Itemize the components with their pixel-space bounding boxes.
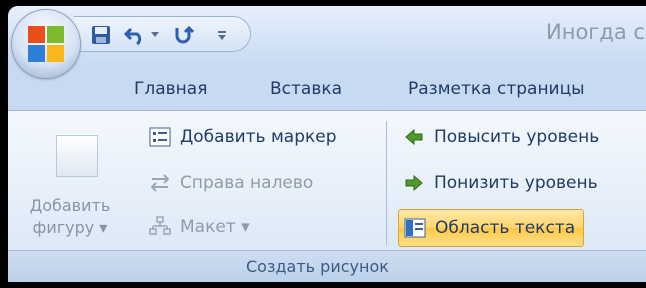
demote-label: Понизить уровень (434, 173, 598, 193)
window-frame: Иногда сл Главная Вставка Разметка стран… (8, 6, 646, 282)
arrow-right-icon (402, 171, 426, 195)
add-bullet-label: Добавить маркер (180, 127, 337, 147)
text-pane-button[interactable]: Область текста (398, 209, 585, 247)
tab-home[interactable]: Главная (134, 79, 207, 99)
right-to-left-button[interactable]: Справа налево (148, 165, 313, 201)
redo-icon[interactable] (170, 23, 196, 47)
tab-page-layout[interactable]: Разметка страницы (408, 79, 585, 99)
title-bar: Иногда сл (8, 6, 646, 66)
layout-label: Макет ▾ (180, 217, 250, 237)
text-pane-icon (403, 216, 427, 240)
promote-button[interactable]: Повысить уровень (402, 119, 599, 155)
text-pane-label: Область текста (435, 218, 576, 238)
shape-icon (56, 135, 98, 177)
right-to-left-label: Справа налево (180, 173, 314, 193)
add-shape-label-line1: Добавить (29, 196, 111, 215)
undo-icon[interactable] (122, 23, 148, 47)
group-label: Создать рисунок (246, 257, 389, 276)
layout-icon (148, 215, 172, 239)
arrow-left-icon (402, 125, 426, 149)
promote-label: Повысить уровень (434, 127, 600, 147)
add-shape-button[interactable]: Добавить фигуру ▾ (8, 119, 132, 247)
ribbon-panel: Добавить фигуру ▾ Добавить маркер Справа… (8, 110, 646, 282)
demote-button[interactable]: Понизить уровень (402, 165, 598, 201)
quick-access-toolbar (74, 16, 251, 52)
customize-toolbar-icon[interactable] (214, 23, 230, 47)
office-logo-icon (28, 26, 64, 62)
window-title: Иногда сл (546, 20, 646, 44)
add-shape-label-line2: фигуру ▾ (32, 218, 108, 237)
right-to-left-icon (148, 171, 172, 195)
tab-insert[interactable]: Вставка (270, 79, 342, 99)
add-bullet-button[interactable]: Добавить маркер (148, 119, 337, 155)
layout-button[interactable]: Макет ▾ (148, 209, 250, 245)
ribbon-tabs: Главная Вставка Разметка страницы (8, 66, 646, 110)
office-button[interactable] (12, 10, 80, 78)
save-icon[interactable] (88, 23, 114, 47)
group-separator (386, 121, 387, 245)
undo-dropdown-icon[interactable] (148, 23, 162, 47)
bullet-list-icon (148, 125, 172, 149)
group-label-bar: Создать рисунок (8, 250, 646, 282)
